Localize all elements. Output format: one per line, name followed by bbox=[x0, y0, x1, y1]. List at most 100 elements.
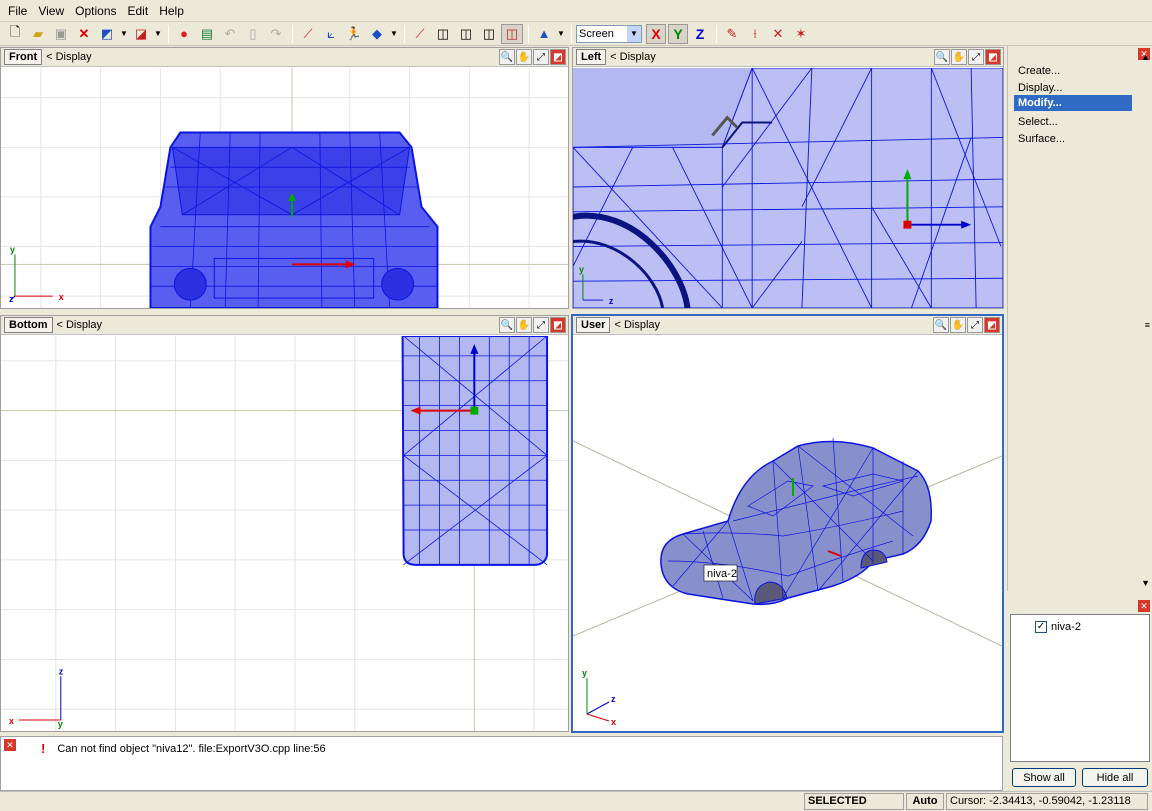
scroll-up-icon[interactable]: ▲ bbox=[1141, 52, 1150, 62]
scale-icon[interactable]: ✕ bbox=[767, 24, 789, 44]
axis-label-b: z bbox=[609, 296, 614, 306]
menu-help[interactable]: Help bbox=[155, 4, 191, 18]
viewport-user[interactable]: User < Display 🔍 ✋ ⤢ ◩ niva-2 y z x bbox=[571, 314, 1004, 733]
export-dropdown-icon[interactable]: ▼ bbox=[153, 24, 163, 44]
menu-options[interactable]: Options bbox=[71, 4, 123, 18]
log-message: Can not find object "niva12". file:Expor… bbox=[57, 742, 326, 755]
viewport-header: User < Display 🔍 ✋ ⤢ ◩ bbox=[573, 316, 1002, 335]
display-menu[interactable]: < Display bbox=[610, 51, 656, 63]
line-tool-icon[interactable]: ⟋ bbox=[409, 24, 431, 44]
command-create[interactable]: Create... bbox=[1014, 63, 1132, 79]
light-dropdown-icon[interactable]: ▼ bbox=[556, 24, 566, 44]
command-surface[interactable]: Surface... bbox=[1014, 131, 1132, 147]
display-menu[interactable]: < Display bbox=[57, 319, 103, 331]
object-name: niva-2 bbox=[1051, 621, 1081, 633]
cube-icon[interactable]: ◫ bbox=[432, 24, 454, 44]
zoom-icon[interactable]: 🔍 bbox=[499, 317, 515, 333]
select-vertex-icon[interactable]: ⟋ bbox=[297, 24, 319, 44]
menu-view[interactable]: View bbox=[34, 4, 71, 18]
save-icon[interactable]: ▣ bbox=[50, 24, 72, 44]
cube-solid-icon[interactable]: ◫ bbox=[478, 24, 500, 44]
fit-icon[interactable]: ⤢ bbox=[967, 317, 983, 333]
viewport-canvas[interactable]: z x y bbox=[1, 336, 568, 731]
scroll-down-icon[interactable]: ▼ bbox=[1141, 578, 1150, 588]
toolbar-separator bbox=[404, 24, 405, 43]
delete-icon[interactable]: ✕ bbox=[73, 24, 95, 44]
menu-file[interactable]: File bbox=[4, 4, 34, 18]
pan-hand-icon[interactable]: ✋ bbox=[516, 49, 532, 65]
zoom-icon[interactable]: 🔍 bbox=[933, 317, 949, 333]
fit-icon[interactable]: ⤢ bbox=[533, 49, 549, 65]
viewport-canvas[interactable]: y z bbox=[573, 68, 1003, 308]
close-icon[interactable]: ✕ bbox=[1138, 600, 1150, 612]
display-menu[interactable]: < Display bbox=[614, 319, 660, 331]
new-file-icon[interactable]: 🗋 bbox=[4, 24, 26, 44]
transform-icon[interactable]: ⟊ bbox=[744, 24, 766, 44]
checkbox[interactable]: ✓ bbox=[1035, 621, 1047, 633]
maximize-icon[interactable]: ◩ bbox=[550, 49, 566, 65]
maximize-icon[interactable]: ◩ bbox=[984, 317, 1000, 333]
viewport-title[interactable]: Front bbox=[4, 49, 43, 65]
status-mode: SELECTED MODE bbox=[804, 793, 904, 811]
import-dropdown-icon[interactable]: ▼ bbox=[119, 24, 129, 44]
paint-icon[interactable]: ✎ bbox=[721, 24, 743, 44]
list-item[interactable]: ✓ niva-2 bbox=[1035, 621, 1081, 633]
viewport-header: Bottom < Display 🔍 ✋ ⤢ ◩ bbox=[1, 316, 568, 335]
command-select[interactable]: Select... bbox=[1014, 114, 1132, 130]
fit-icon[interactable]: ⤢ bbox=[533, 317, 549, 333]
select-edge-icon[interactable]: ⟀ bbox=[320, 24, 342, 44]
properties-icon[interactable]: ▯ bbox=[242, 24, 264, 44]
show-all-button[interactable]: Show all bbox=[1012, 768, 1076, 787]
light-cone-icon[interactable]: ▲ bbox=[533, 24, 555, 44]
maximize-icon[interactable]: ◩ bbox=[985, 49, 1001, 65]
viewport-front[interactable]: Front < Display 🔍 ✋ ⤢ ◩ y z x bbox=[0, 47, 569, 309]
viewport-canvas[interactable]: y z x bbox=[1, 68, 568, 308]
viewport-tools: 🔍 ✋ ⤢ ◩ bbox=[498, 49, 566, 65]
viewport-title[interactable]: Bottom bbox=[4, 317, 53, 333]
zoom-icon[interactable]: 🔍 bbox=[499, 49, 515, 65]
pan-hand-icon[interactable]: ✋ bbox=[516, 317, 532, 333]
display-menu[interactable]: < Display bbox=[46, 51, 92, 63]
hide-all-button[interactable]: Hide all bbox=[1082, 768, 1148, 787]
export-icon[interactable]: ◪ bbox=[130, 24, 152, 44]
material-dropdown-icon[interactable]: ▼ bbox=[389, 24, 399, 44]
cube-wire-icon[interactable]: ◫ bbox=[455, 24, 477, 44]
scroll-grip-icon[interactable]: ≡ bbox=[1145, 320, 1150, 330]
viewport-canvas[interactable]: niva-2 y z x bbox=[573, 336, 1002, 731]
object-panel: ✕ ✓ niva-2 bbox=[1007, 598, 1152, 791]
redo-icon[interactable]: ↷ bbox=[265, 24, 287, 44]
open-folder-icon[interactable]: ▰ bbox=[27, 24, 49, 44]
material-icon[interactable]: ◆ bbox=[366, 24, 388, 44]
view-mode-select[interactable]: Screen ▼ bbox=[576, 24, 642, 43]
axis-label-a: y bbox=[582, 668, 587, 678]
close-icon[interactable]: ✕ bbox=[4, 739, 16, 751]
import-icon[interactable]: ◩ bbox=[96, 24, 118, 44]
command-display[interactable]: Display... bbox=[1014, 80, 1132, 96]
viewport-title[interactable]: Left bbox=[576, 49, 607, 65]
undo-icon[interactable]: ↶ bbox=[219, 24, 241, 44]
axis-z-button[interactable]: Z bbox=[690, 24, 710, 44]
viewport-bottom[interactable]: Bottom < Display 🔍 ✋ ⤢ ◩ z x y bbox=[0, 315, 569, 732]
axis-label-c: x bbox=[59, 292, 64, 302]
menu-edit[interactable]: Edit bbox=[124, 4, 156, 18]
rotate-icon[interactable]: ✶ bbox=[790, 24, 812, 44]
axis-label-b: x bbox=[9, 716, 14, 726]
figure-icon[interactable]: 🏃 bbox=[343, 24, 365, 44]
axis-x-button[interactable]: X bbox=[646, 23, 666, 44]
pan-hand-icon[interactable]: ✋ bbox=[951, 49, 967, 65]
cube-red-icon[interactable]: ◫ bbox=[501, 23, 523, 44]
fit-icon[interactable]: ⤢ bbox=[968, 49, 984, 65]
viewport-left[interactable]: Left < Display 🔍 ✋ ⤢ ◩ y z bbox=[572, 47, 1004, 309]
record-icon[interactable]: ● bbox=[173, 24, 195, 44]
viewport-title[interactable]: User bbox=[576, 317, 611, 333]
object-label: niva-2 bbox=[707, 568, 737, 580]
command-modify[interactable]: Modify... bbox=[1014, 95, 1132, 111]
render-icon[interactable]: ▤ bbox=[196, 24, 218, 44]
status-auto: Auto bbox=[906, 793, 944, 810]
pan-hand-icon[interactable]: ✋ bbox=[950, 317, 966, 333]
axis-label-c: y bbox=[58, 719, 63, 729]
front-view-svg: y z x bbox=[1, 68, 568, 308]
zoom-icon[interactable]: 🔍 bbox=[934, 49, 950, 65]
axis-y-button[interactable]: Y bbox=[668, 23, 688, 44]
maximize-icon[interactable]: ◩ bbox=[550, 317, 566, 333]
